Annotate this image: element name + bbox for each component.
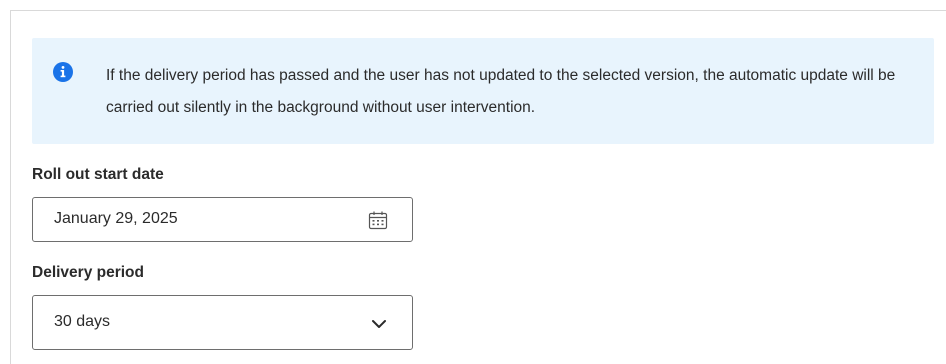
delivery-period-value: 30 days	[54, 313, 111, 330]
info-banner-text: If the delivery period has passed and th…	[106, 67, 896, 116]
delivery-period-label: Delivery period	[32, 264, 144, 281]
calendar-icon[interactable]	[368, 210, 388, 230]
rollout-start-date-value: January 29, 2025	[54, 210, 178, 227]
rollout-start-date-field[interactable]: January 29, 2025	[32, 197, 413, 242]
info-icon	[53, 62, 73, 82]
rollout-start-date-label: Roll out start date	[32, 166, 164, 183]
delivery-period-select[interactable]: 30 days	[32, 295, 413, 350]
info-banner: If the delivery period has passed and th…	[32, 38, 934, 144]
chevron-down-icon[interactable]	[370, 315, 388, 333]
